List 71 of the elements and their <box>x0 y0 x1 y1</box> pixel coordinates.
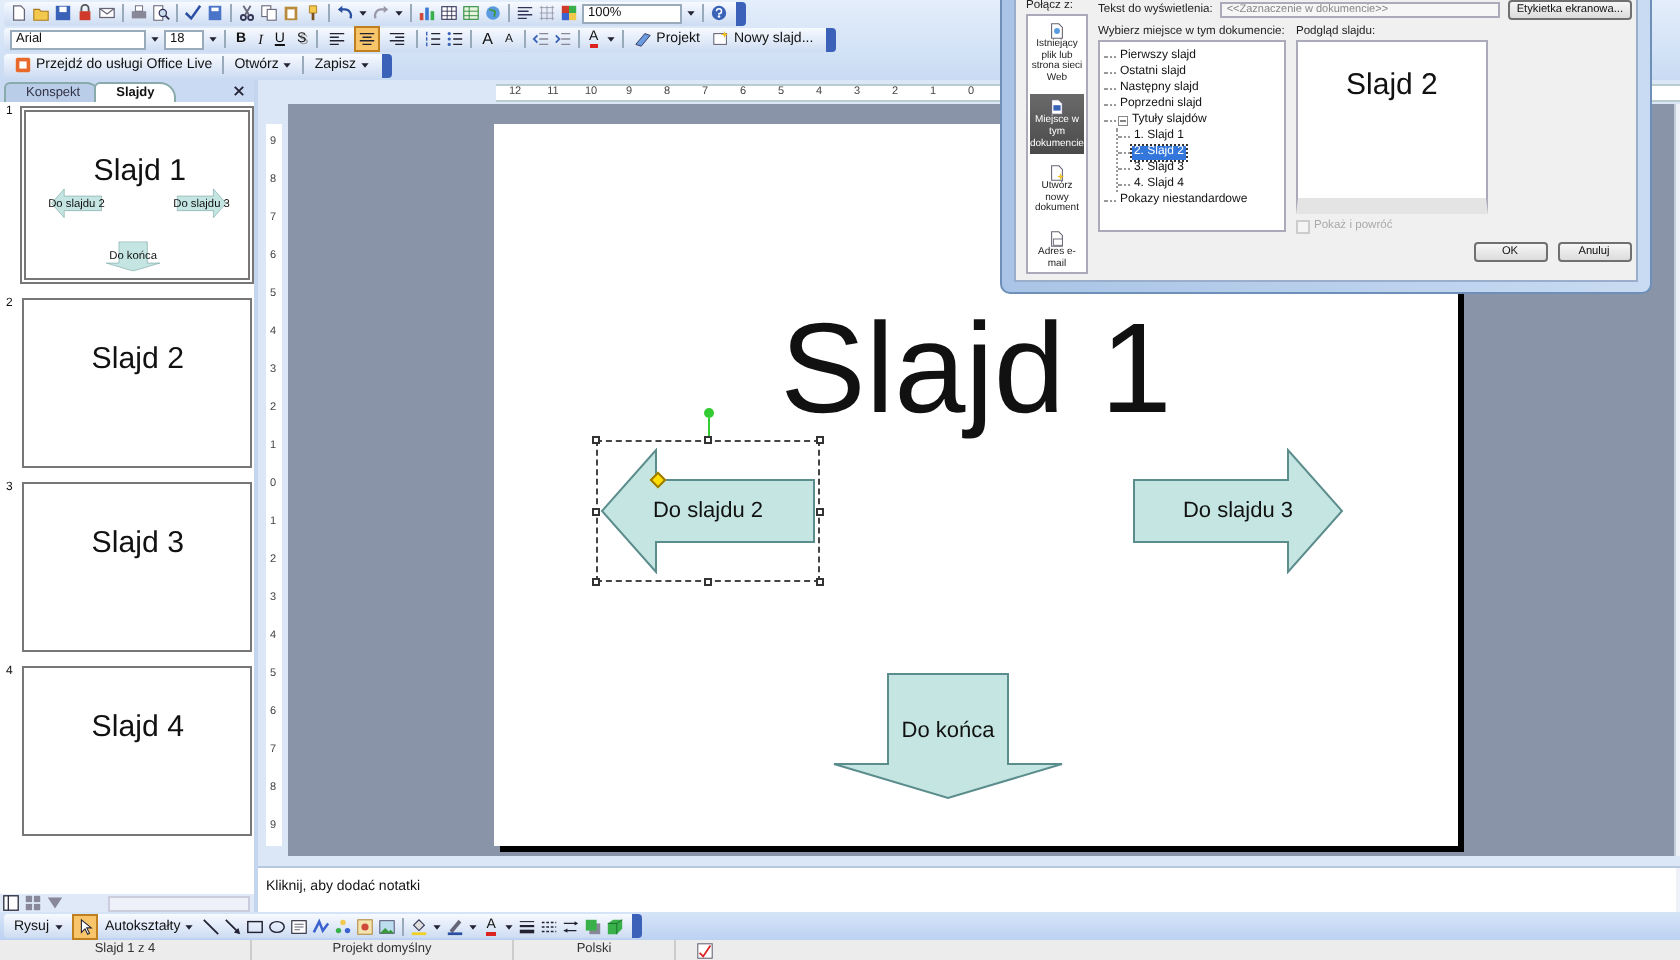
slide-thumbnail[interactable]: Slajd 3 <box>22 482 252 652</box>
cube-icon[interactable] <box>605 917 624 935</box>
document-icon <box>1047 98 1066 117</box>
printer-icon[interactable] <box>130 4 148 22</box>
slide-title: Slajd 1 <box>780 296 1172 444</box>
color-icon[interactable] <box>560 4 578 22</box>
toolbar-options-button[interactable] <box>825 27 836 51</box>
email-icon[interactable] <box>98 4 116 22</box>
arrow-icon[interactable] <box>224 917 243 935</box>
document-icon <box>1047 164 1066 183</box>
slide-title: Slajd 1 <box>93 152 186 188</box>
rectangle-icon[interactable] <box>246 917 265 935</box>
decrease-indent-icon[interactable] <box>531 30 549 48</box>
wordart-icon[interactable] <box>312 917 331 935</box>
format-painter-icon[interactable] <box>304 4 322 22</box>
shape-label: Do slajdu 2 <box>652 498 764 524</box>
arrow-style-icon[interactable] <box>561 917 580 935</box>
increase-indent-icon[interactable] <box>553 30 571 48</box>
diagram-icon[interactable] <box>334 917 353 935</box>
line-color-icon[interactable] <box>446 917 465 935</box>
align-center-icon[interactable] <box>358 30 377 48</box>
grow-font-button[interactable]: A <box>478 28 497 50</box>
spelling-icon[interactable] <box>184 4 202 22</box>
shape-label: Do końca <box>901 719 995 745</box>
text-box-icon[interactable] <box>290 917 309 935</box>
right-arrow-shape <box>176 188 227 218</box>
align-left-icon[interactable] <box>328 30 347 48</box>
shape-label: Do slajdu 3 <box>1182 498 1294 524</box>
globe-icon[interactable] <box>484 4 502 22</box>
toolbar-options-button[interactable] <box>736 1 746 25</box>
show-formatting-icon[interactable] <box>516 4 534 22</box>
dash-style-icon[interactable] <box>539 917 558 935</box>
slide-thumbnail[interactable]: Slajd 4 <box>22 666 252 836</box>
print-preview-icon[interactable] <box>152 4 170 22</box>
help-icon[interactable] <box>710 4 728 22</box>
numbering-icon[interactable] <box>424 30 443 48</box>
picture-icon[interactable] <box>378 917 397 935</box>
slide-title: Slajd 4 <box>91 708 184 744</box>
office-icon <box>14 56 32 74</box>
copy-icon[interactable] <box>260 4 278 22</box>
toolbar-options-button[interactable] <box>382 53 392 77</box>
close-icon[interactable] <box>232 84 246 98</box>
new-slide-icon <box>711 30 730 48</box>
save-icon[interactable] <box>54 4 72 22</box>
folder-icon[interactable] <box>32 4 50 22</box>
scrollbar[interactable] <box>108 895 250 911</box>
chart-icon[interactable] <box>418 4 436 22</box>
slide-title: Slajd 3 <box>91 524 184 560</box>
undo-icon[interactable] <box>336 4 354 22</box>
bullets-icon[interactable] <box>446 30 465 48</box>
clip-art-icon[interactable] <box>356 917 375 935</box>
new-document-icon[interactable] <box>10 4 28 22</box>
document-icon <box>1047 229 1066 248</box>
preview-slide-title: Slajd 2 <box>1344 66 1440 106</box>
toolbar-options-button[interactable] <box>631 914 642 938</box>
pointer-icon[interactable] <box>75 917 94 935</box>
expander-icon[interactable] <box>1117 115 1128 125</box>
align-right-icon[interactable] <box>388 30 407 48</box>
oval-icon[interactable] <box>268 917 287 935</box>
spelling-icon <box>696 941 714 959</box>
cut-icon[interactable] <box>238 4 256 22</box>
line-icon[interactable] <box>202 917 221 935</box>
slide-title: Slajd 2 <box>91 340 184 376</box>
table-icon[interactable] <box>440 4 458 22</box>
rotation-handle[interactable] <box>702 408 714 436</box>
normal-view-icon[interactable] <box>2 894 20 912</box>
line-style-icon[interactable] <box>517 917 536 935</box>
document-icon <box>1047 22 1066 40</box>
fill-color-icon[interactable] <box>410 917 429 935</box>
left-arrow-shape <box>51 188 102 218</box>
slide-thumbnail[interactable]: Slajd 2 <box>22 298 252 468</box>
